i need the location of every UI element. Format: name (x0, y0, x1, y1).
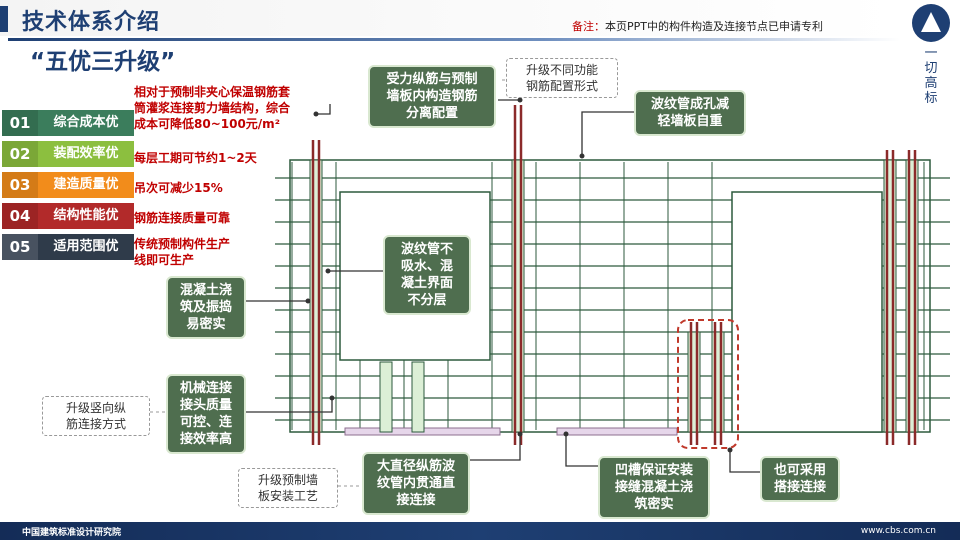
callout-large-dia-rebar: 大直径纵筋波 纹管内贯通直 接连接 (362, 452, 470, 515)
callout-line: 分离配置 (405, 106, 458, 121)
footer-website: www.cbs.com.cn (860, 526, 936, 536)
callout-line: 接效率高 (179, 432, 232, 447)
callout-line: 墙板内构造钢筋 (386, 89, 478, 104)
callout-line: 筑密实 (634, 497, 674, 512)
callout-line: 凹槽保证安装 (614, 463, 693, 478)
footer-organization: 中国建筑标准设计研究院 (22, 528, 122, 538)
callout-line: 轻墙板自重 (657, 114, 723, 129)
callout-line: 纹管内贯通直 (376, 476, 455, 491)
footer-bar (0, 522, 960, 540)
callout-line: 搭接连接 (773, 480, 826, 495)
callout-upgrade-vertical: 升级竖向纵 筋连接方式 (42, 396, 150, 436)
callout-line: 钢筋配置形式 (525, 79, 598, 93)
callout-rebar-separation: 受力纵筋与预制 墙板内构造钢筋 分离配置 (368, 65, 496, 128)
callout-line: 板安装工艺 (257, 489, 318, 503)
callout-line: 波纹管成孔减 (650, 97, 729, 112)
callout-line: 升级不同功能 (525, 63, 598, 77)
callout-line: 可控、连 (179, 415, 232, 430)
callout-line: 接连接 (396, 493, 436, 508)
callout-pipe-no-water: 波纹管不 吸水、混 凝土界面 不分层 (383, 235, 471, 315)
callout-line: 也可采用 (773, 463, 826, 478)
callout-corrugated-pipe-hole: 波纹管成孔减 轻墙板自重 (634, 90, 746, 136)
callout-line: 升级预制墙 (257, 473, 318, 487)
callout-upgrade-install: 升级预制墙 板安装工艺 (238, 468, 338, 508)
callout-lap-connection: 也可采用 搭接连接 (760, 456, 840, 502)
callout-line: 大直径纵筋波 (376, 459, 455, 474)
callout-groove-seam: 凹槽保证安装 接缝混凝土浇 筑密实 (598, 456, 710, 519)
door-opening (731, 191, 883, 433)
callout-line: 不分层 (407, 293, 447, 308)
callout-line: 筑及振捣 (179, 300, 232, 315)
callout-line: 机械连接 (179, 381, 232, 396)
callout-line: 接头质量 (179, 398, 232, 413)
callout-line: 接缝混凝土浇 (614, 480, 693, 495)
callout-line: 升级竖向纵 (65, 401, 126, 415)
callout-line: 受力纵筋与预制 (386, 72, 478, 87)
lap-connection-highlight (677, 319, 739, 449)
callout-upgrade-rebar-config: 升级不同功能 钢筋配置形式 (506, 58, 618, 98)
callout-line: 易密实 (186, 317, 226, 332)
callout-line: 混凝土浇 (179, 283, 232, 298)
callout-line: 凝土界面 (400, 276, 453, 291)
callout-concrete-pour: 混凝土浇 筑及振捣 易密实 (166, 276, 246, 339)
callout-line: 吸水、混 (400, 259, 453, 274)
callout-line: 波纹管不 (400, 242, 453, 257)
leader-lines (246, 99, 760, 473)
callout-line: 筋连接方式 (65, 417, 126, 431)
callout-mechanical-connection: 机械连接 接头质量 可控、连 接效率高 (166, 374, 246, 454)
